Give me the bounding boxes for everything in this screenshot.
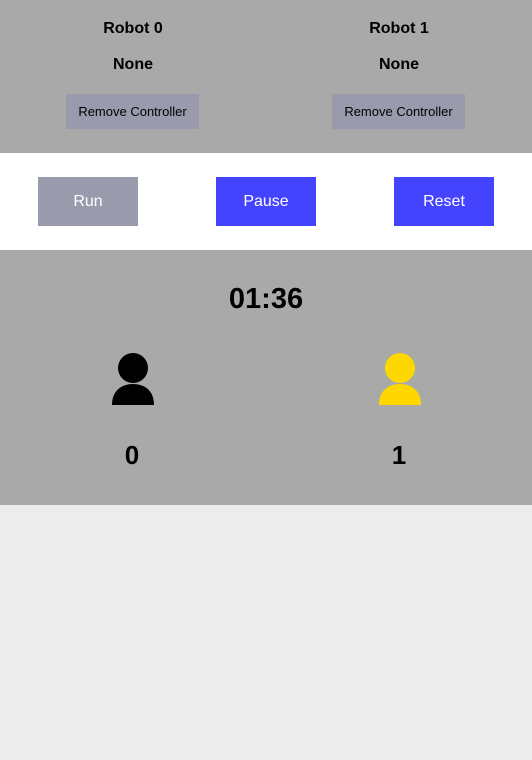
player-1-person-icon [379,353,421,405]
robot-0-controller-status: None [113,56,153,73]
robot-0-name: Robot 0 [103,20,163,37]
robot-1-controller-status: None [379,56,419,73]
robot-1-remove-controller-button[interactable]: Remove Controller [332,94,465,129]
game-timer: 01:36 [228,283,304,315]
player-1-score: 1 [391,440,407,470]
player-0-head [118,353,148,383]
run-button[interactable]: Run [38,177,138,226]
robot-0-remove-controller-button[interactable]: Remove Controller [66,94,199,129]
pause-button[interactable]: Pause [216,177,316,226]
robot-1-column: Robot 1 None Remove Controller [266,0,532,153]
player-1-body [379,384,421,405]
score-panel: 01:36 0 1 [0,250,532,505]
controls-panel: Run Pause Reset [0,153,532,250]
robot-1-name: Robot 1 [369,20,429,37]
reset-button[interactable]: Reset [394,177,494,226]
player-0-body [112,384,154,405]
player-1-head [385,353,415,383]
player-0-person-icon [112,353,154,405]
robot-0-column: Robot 0 None Remove Controller [0,0,266,153]
player-0-score: 0 [124,440,140,470]
robots-panel: Robot 0 None Remove Controller Robot 1 N… [0,0,532,153]
